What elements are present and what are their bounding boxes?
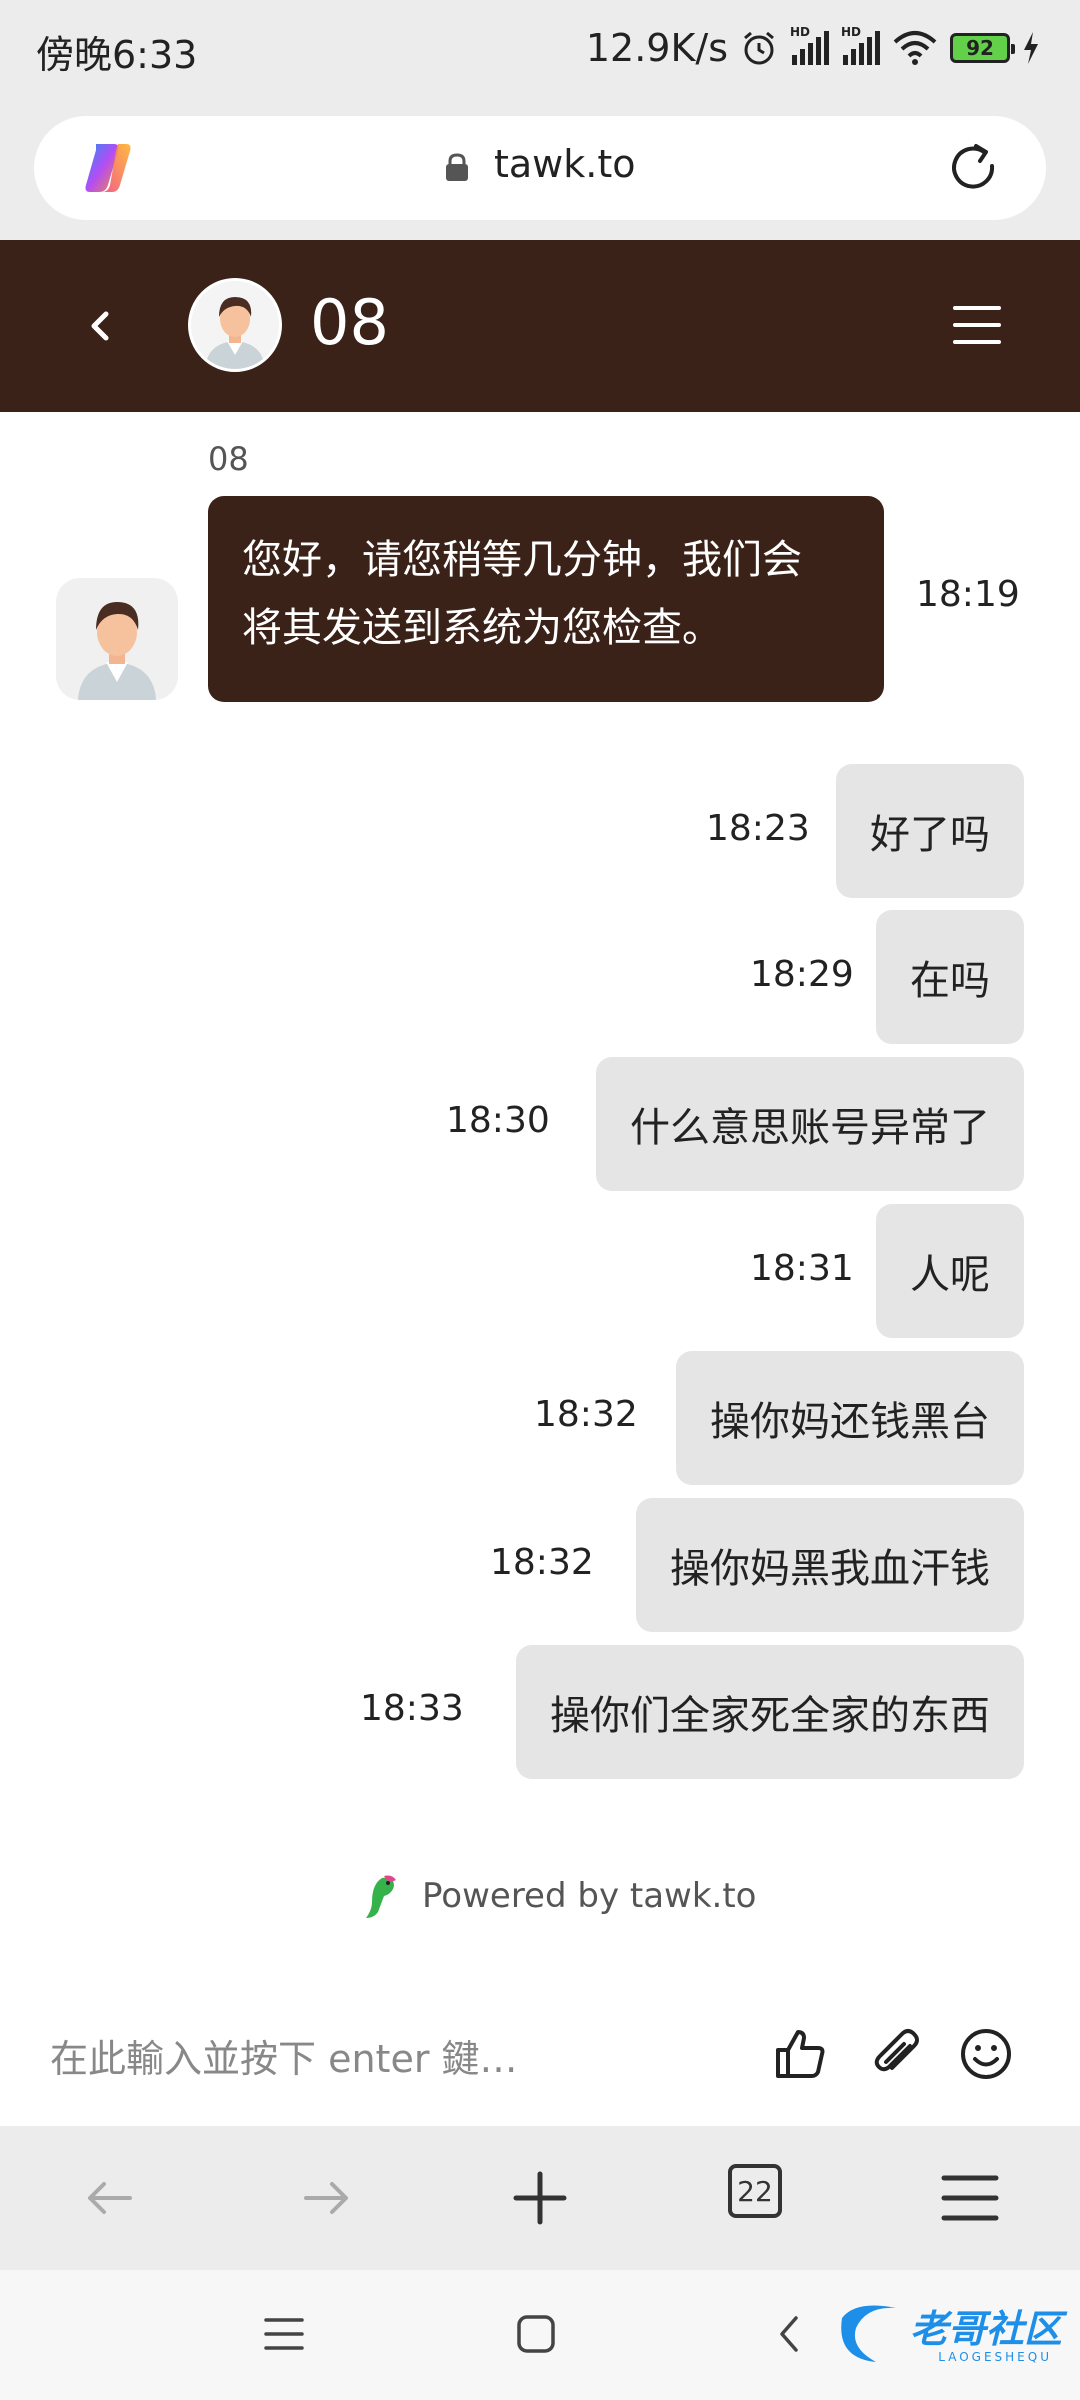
agent-message-line: 您好，请您稍等几分钟，我们会 (242, 537, 802, 583)
status-icons: 12.9K/s HD HD 92 (586, 22, 1040, 74)
browser-menu-icon[interactable] (938, 2166, 1002, 2230)
message-time: 18:33 (360, 1688, 464, 1729)
agent-message-bubble: 您好，请您稍等几分钟，我们会 将其发送到系统为您检查。 (208, 496, 884, 702)
watermark-subtext: LAOGESHEQU (938, 2350, 1052, 2364)
thumbs-up-icon[interactable] (772, 2026, 828, 2082)
system-navigation-bar: 老哥社区 LAOGESHEQU (0, 2270, 1080, 2400)
powered-by-text[interactable]: Powered by tawk.to (422, 1876, 756, 1916)
agent-message-line: 将其发送到系统为您检查。 (242, 605, 722, 651)
home-icon[interactable] (512, 2310, 560, 2358)
browser-toolbar: 22 (0, 2126, 1080, 2270)
nav-back-icon[interactable] (766, 2310, 814, 2358)
message-time: 18:23 (706, 808, 810, 849)
tabs-button[interactable]: 22 (728, 2164, 782, 2218)
user-message-bubble: 操你妈还钱黑台 (676, 1351, 1024, 1485)
status-bar: 傍晚6:33 12.9K/s HD HD 92 (0, 0, 1080, 100)
powered-by[interactable]: Powered by tawk.to (358, 1872, 756, 1920)
menu-icon[interactable] (952, 302, 1002, 348)
parrot-icon (366, 1875, 396, 1918)
battery-level: 92 (966, 36, 994, 60)
wifi-icon (893, 31, 937, 65)
person-icon (205, 297, 265, 369)
agent-name: 08 (310, 286, 389, 359)
copilot-icon[interactable] (78, 138, 138, 198)
user-message-bubble: 好了吗 (836, 764, 1024, 898)
url-text[interactable]: tawk.to (494, 142, 636, 186)
message-time: 18:32 (534, 1394, 638, 1435)
status-time: 傍晚6:33 (36, 33, 198, 77)
charging-icon (1024, 32, 1038, 64)
network-speed: 12.9K/s (585, 26, 728, 70)
watermark-text: 老哥社区 (909, 2307, 1062, 2351)
paperclip-icon[interactable] (868, 2026, 924, 2082)
forward-arrow-icon[interactable] (294, 2166, 358, 2230)
alarm-icon (744, 31, 774, 65)
recent-apps-icon[interactable] (260, 2310, 308, 2358)
reload-icon[interactable] (946, 140, 1002, 196)
new-tab-icon[interactable] (508, 2166, 572, 2230)
back-arrow-icon[interactable] (78, 2166, 142, 2230)
browser-address-area: tawk.to (0, 100, 1080, 240)
signal-hd-icon: HD (790, 25, 829, 65)
user-message-bubble: 在吗 (876, 910, 1024, 1044)
user-message-bubble: 操你妈黑我血汗钱 (636, 1498, 1024, 1632)
person-icon (78, 602, 156, 700)
back-icon[interactable] (76, 296, 124, 356)
message-time: 18:19 (916, 574, 1020, 615)
agent-message-avatar (56, 578, 178, 700)
message-input[interactable] (50, 2024, 710, 2094)
message-sender: 08 (208, 440, 249, 478)
user-message-bubble: 人呢 (876, 1204, 1024, 1338)
message-time: 18:32 (490, 1542, 594, 1583)
message-time: 18:31 (750, 1248, 854, 1289)
signal-hd-icon: HD (841, 25, 880, 65)
user-message-bubble: 操你们全家死全家的东西 (516, 1645, 1024, 1779)
tab-count: 22 (737, 2174, 773, 2208)
address-bar[interactable]: tawk.to (34, 116, 1046, 220)
emoji-icon[interactable] (958, 2026, 1014, 2082)
chat-header: 08 (0, 240, 1080, 412)
lock-icon (446, 153, 468, 181)
message-input-bar (0, 1990, 1080, 2126)
agent-avatar (188, 278, 282, 372)
message-time: 18:30 (446, 1100, 550, 1141)
message-time: 18:29 (750, 954, 854, 995)
user-message-bubble: 什么意思账号异常了 (596, 1057, 1024, 1191)
battery-icon: 92 (950, 33, 1015, 63)
